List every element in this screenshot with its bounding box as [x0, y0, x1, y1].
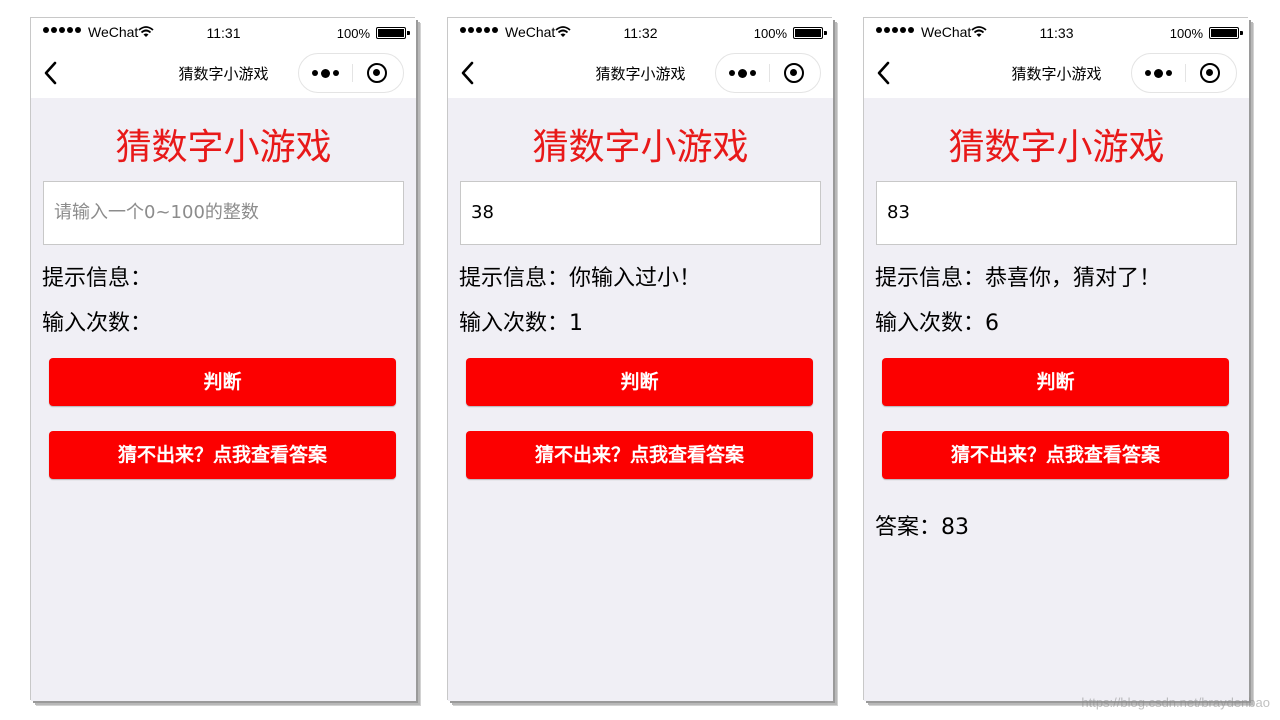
battery-icon [1209, 27, 1243, 39]
capsule-divider [769, 64, 770, 82]
count-text: 输入次数：6 [875, 311, 999, 336]
battery-percent: 100% [1169, 26, 1203, 41]
phone-screen-1: WeChat 11:31 100% 猜数字小游戏 猜数字小游戏 请输入一个0~1… [31, 18, 416, 701]
page-content: 猜数字小游戏 38 提示信息：你输入过小！ 输入次数：1 判断 猜不出来？点我查… [448, 98, 833, 701]
page-content: 猜数字小游戏 83 提示信息：恭喜你，猜对了！ 输入次数：6 判断 猜不出来？点… [864, 98, 1249, 701]
show-answer-button[interactable]: 猜不出来？点我查看答案 [882, 431, 1229, 479]
more-dots-icon[interactable] [299, 54, 352, 92]
nav-bar: 猜数字小游戏 [31, 48, 416, 98]
show-answer-button[interactable]: 猜不出来？点我查看答案 [466, 431, 813, 479]
hint-text: 提示信息：恭喜你，猜对了！ [875, 266, 1162, 291]
judge-button[interactable]: 判断 [49, 358, 396, 406]
count-text: 输入次数： [42, 311, 153, 336]
mini-program-capsule [715, 53, 821, 93]
phone-screen-3: WeChat 11:33 100% 猜数字小游戏 猜数字小游戏 83 提示信息：… [864, 18, 1249, 701]
answer-text: 答案：83 [875, 515, 969, 540]
mini-program-capsule [298, 53, 404, 93]
number-input[interactable]: 请输入一个0~100的整数 [43, 181, 404, 245]
battery-icon [376, 27, 410, 39]
more-dots-icon[interactable] [716, 54, 769, 92]
status-bar: WeChat 11:32 100% [448, 18, 833, 48]
number-input[interactable]: 38 [460, 181, 821, 245]
count-text: 输入次数：1 [459, 311, 583, 336]
nav-bar: 猜数字小游戏 [448, 48, 833, 98]
judge-button[interactable]: 判断 [466, 358, 813, 406]
hint-text: 提示信息： [42, 266, 153, 291]
number-input[interactable]: 83 [876, 181, 1237, 245]
capsule-divider [352, 64, 353, 82]
status-bar: WeChat 11:33 100% [864, 18, 1249, 48]
battery-percent: 100% [336, 26, 370, 41]
battery-percent: 100% [753, 26, 787, 41]
capsule-divider [1185, 64, 1186, 82]
judge-button[interactable]: 判断 [882, 358, 1229, 406]
show-answer-button[interactable]: 猜不出来？点我查看答案 [49, 431, 396, 479]
game-title: 猜数字小游戏 [115, 127, 332, 168]
close-target-icon[interactable] [1200, 63, 1220, 83]
page-content: 猜数字小游戏 请输入一个0~100的整数 提示信息： 输入次数： 判断 猜不出来… [31, 98, 416, 701]
battery-icon [793, 27, 827, 39]
more-dots-icon[interactable] [1132, 54, 1185, 92]
watermark: https://blog.csdn.net/braydenbao [1081, 695, 1270, 710]
nav-bar: 猜数字小游戏 [864, 48, 1249, 98]
close-target-icon[interactable] [367, 63, 387, 83]
mini-program-capsule [1131, 53, 1237, 93]
status-bar: WeChat 11:31 100% [31, 18, 416, 48]
hint-text: 提示信息：你输入过小！ [459, 266, 702, 291]
game-title: 猜数字小游戏 [948, 127, 1165, 168]
close-target-icon[interactable] [784, 63, 804, 83]
phone-screen-2: WeChat 11:32 100% 猜数字小游戏 猜数字小游戏 38 提示信息：… [448, 18, 833, 701]
game-title: 猜数字小游戏 [532, 127, 749, 168]
